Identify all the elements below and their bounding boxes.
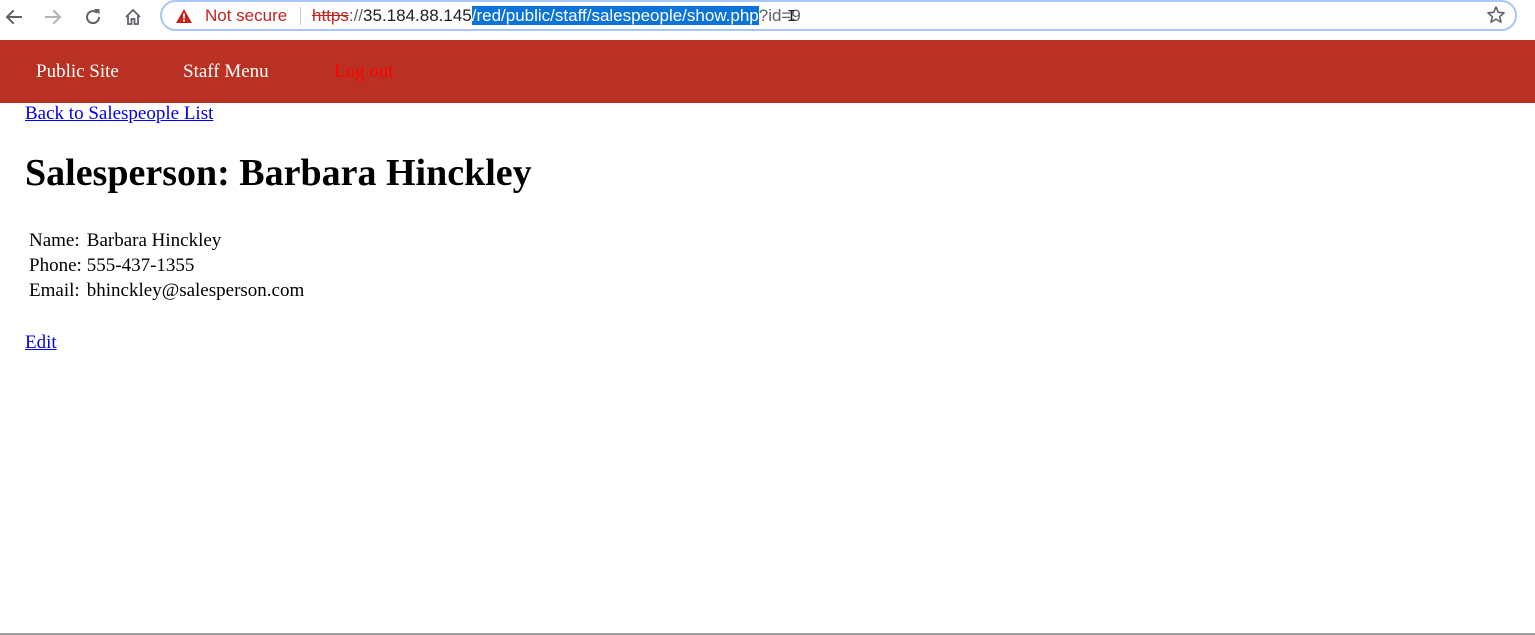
url-host: 35.184.88.145 — [363, 6, 472, 25]
site-header: Public Site Staff Menu Log out — [0, 40, 1535, 103]
detail-row-name: Name: Barbara Hinckley — [28, 229, 305, 252]
back-button[interactable] — [0, 3, 28, 31]
salesperson-details-table: Name: Barbara Hinckley Phone: 555-437-13… — [25, 227, 308, 304]
detail-label: Email: — [29, 280, 80, 301]
detail-value: Barbara Hinckley — [86, 230, 222, 251]
home-icon — [123, 7, 143, 27]
forward-arrow-icon — [43, 7, 63, 27]
back-to-list-link[interactable]: Back to Salespeople List — [25, 103, 213, 125]
reload-icon — [83, 7, 103, 27]
url-scheme: https — [312, 6, 349, 25]
detail-row-email: Email: bhinckley@salesperson.com — [28, 279, 305, 302]
warning-triangle-icon[interactable] — [175, 8, 193, 29]
detail-value: 555-437-1355 — [86, 255, 195, 276]
page-title: Salesperson: Barbara Hinckley — [25, 152, 532, 194]
nav-log-out-link[interactable]: Log out — [334, 61, 394, 83]
star-icon[interactable] — [1486, 5, 1506, 30]
browser-toolbar: Not secure https://35.184.88.145/red/pub… — [0, 0, 1535, 40]
detail-label: Phone: — [29, 255, 82, 276]
nav-staff-menu-link[interactable]: Staff Menu — [183, 61, 269, 83]
nav-public-site-link[interactable]: Public Site — [36, 61, 119, 83]
home-button[interactable] — [119, 3, 147, 31]
address-bar[interactable]: Not secure https://35.184.88.145/red/pub… — [160, 0, 1517, 31]
detail-value: bhinckley@salesperson.com — [86, 280, 305, 301]
url-separator: :// — [348, 6, 364, 25]
edit-link[interactable]: Edit — [25, 332, 57, 354]
back-arrow-icon — [4, 7, 24, 27]
url-path-selected: /red/public/staff/salespeople/show.php — [471, 6, 759, 25]
omnibox-divider — [300, 7, 301, 25]
security-label[interactable]: Not secure — [205, 6, 287, 26]
detail-label: Name: — [29, 230, 80, 251]
text-cursor-icon: I — [787, 7, 797, 25]
detail-row-phone: Phone: 555-437-1355 — [28, 254, 305, 277]
url-text[interactable]: https://35.184.88.145/red/public/staff/s… — [312, 6, 801, 26]
reload-button[interactable] — [79, 3, 107, 31]
forward-button[interactable] — [39, 3, 67, 31]
